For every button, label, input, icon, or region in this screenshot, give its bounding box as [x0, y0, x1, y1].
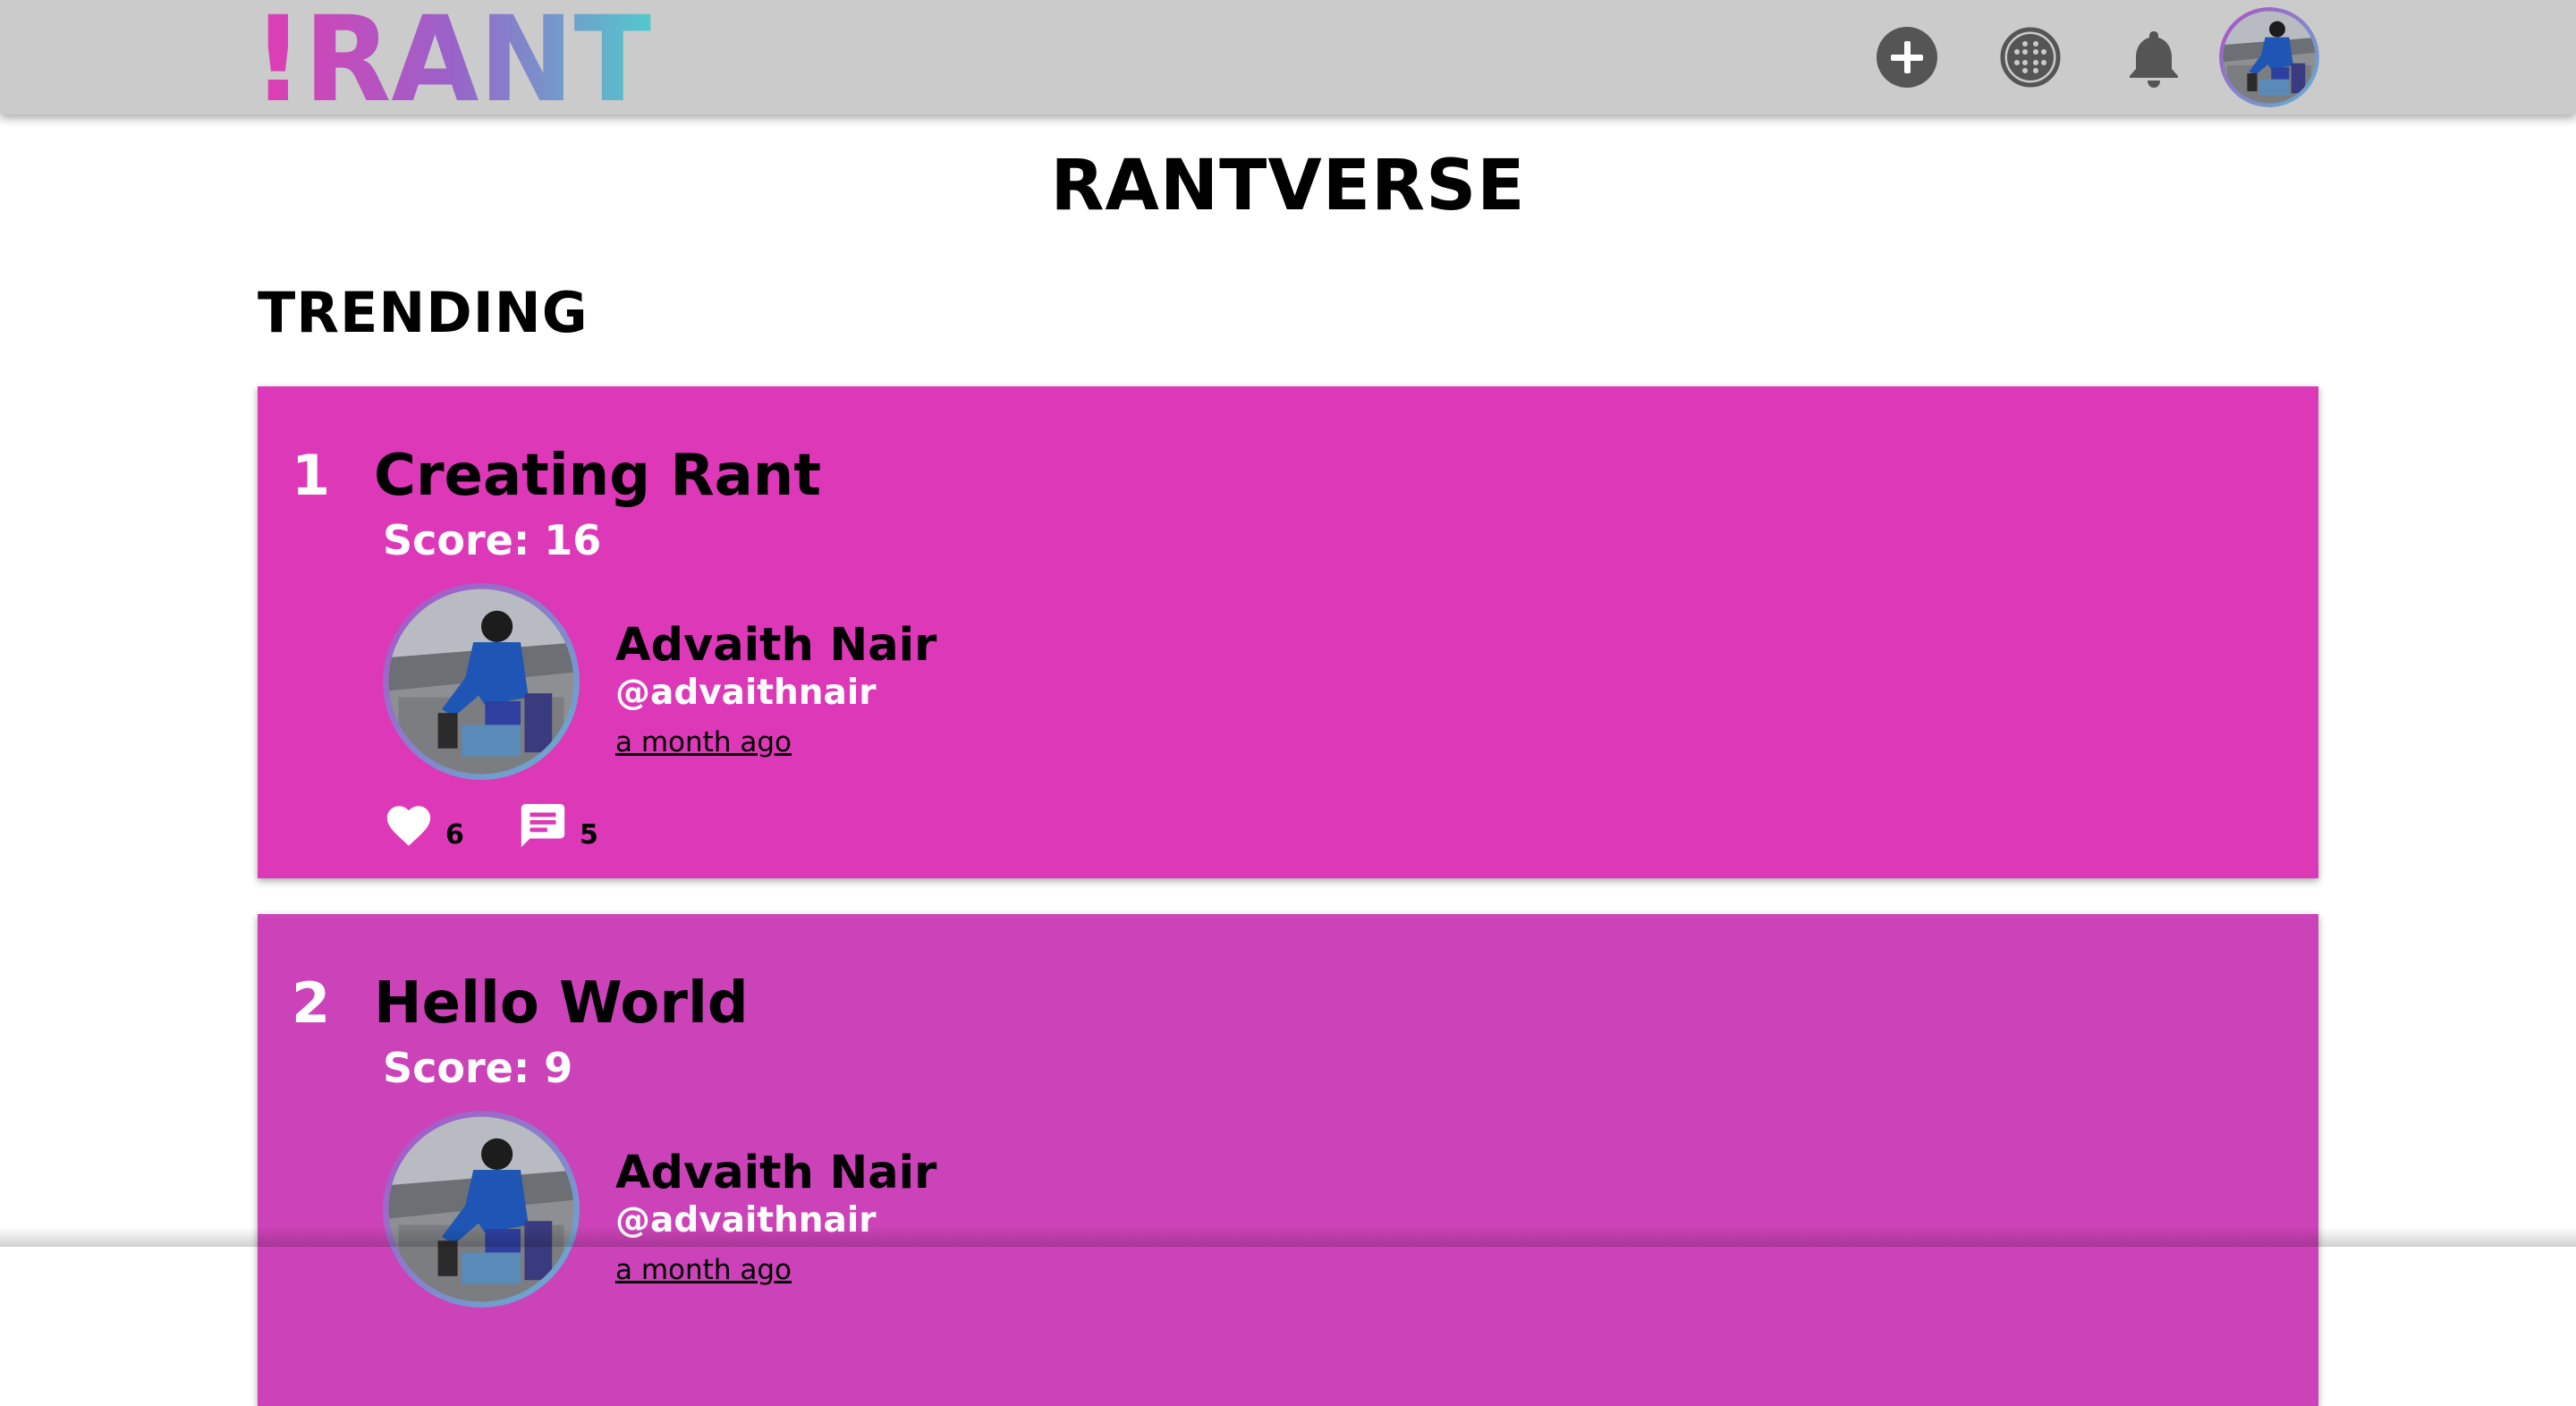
user-avatar[interactable]: [2219, 7, 2319, 107]
rant-card[interactable]: 2 Hello World Score: 9 Advaith Nair @adv…: [258, 914, 2318, 1406]
post-time-link[interactable]: a month ago: [615, 723, 792, 762]
page-title: RANTVERSE: [1050, 146, 1526, 226]
rant-score: Score: 16: [383, 516, 602, 564]
avatar-photo: [383, 583, 580, 780]
author-name[interactable]: Advaith Nair: [615, 1147, 936, 1200]
section-title-trending: TRENDING: [258, 280, 589, 345]
heart-icon[interactable]: [383, 800, 435, 851]
comment-icon[interactable]: [517, 800, 569, 851]
rant-title[interactable]: Creating Rant: [374, 442, 821, 510]
like-count: 6: [445, 819, 464, 851]
author-avatar[interactable]: [383, 583, 580, 780]
author-handle[interactable]: @advaithnair: [615, 671, 876, 716]
add-icon[interactable]: [1876, 26, 1938, 89]
avatar-photo: [383, 1111, 580, 1308]
avatar-photo: [2219, 7, 2319, 107]
rant-card[interactable]: 1 Creating Rant Score: 16 Advaith Nair @…: [258, 386, 2318, 878]
rant-logo-graphic: !RANT: [252, 4, 651, 111]
bell-icon[interactable]: [2123, 26, 2185, 89]
rant-title[interactable]: Hello World: [374, 970, 749, 1038]
comment-count: 5: [580, 819, 598, 851]
rant-rank: 1: [292, 443, 331, 508]
author-handle[interactable]: @advaithnair: [615, 1198, 876, 1243]
post-time-link[interactable]: a month ago: [615, 1250, 792, 1290]
logo-text: !RANT: [252, 4, 651, 111]
top-navbar: !RANT: [0, 0, 2576, 114]
rant-rank: 2: [292, 970, 331, 1036]
author-name[interactable]: Advaith Nair: [615, 619, 936, 673]
rant-score: Score: 9: [383, 1044, 573, 1092]
author-avatar[interactable]: [383, 1111, 580, 1308]
rant-logo[interactable]: !RANT: [252, 4, 655, 111]
grid-icon[interactable]: [1999, 26, 2062, 89]
